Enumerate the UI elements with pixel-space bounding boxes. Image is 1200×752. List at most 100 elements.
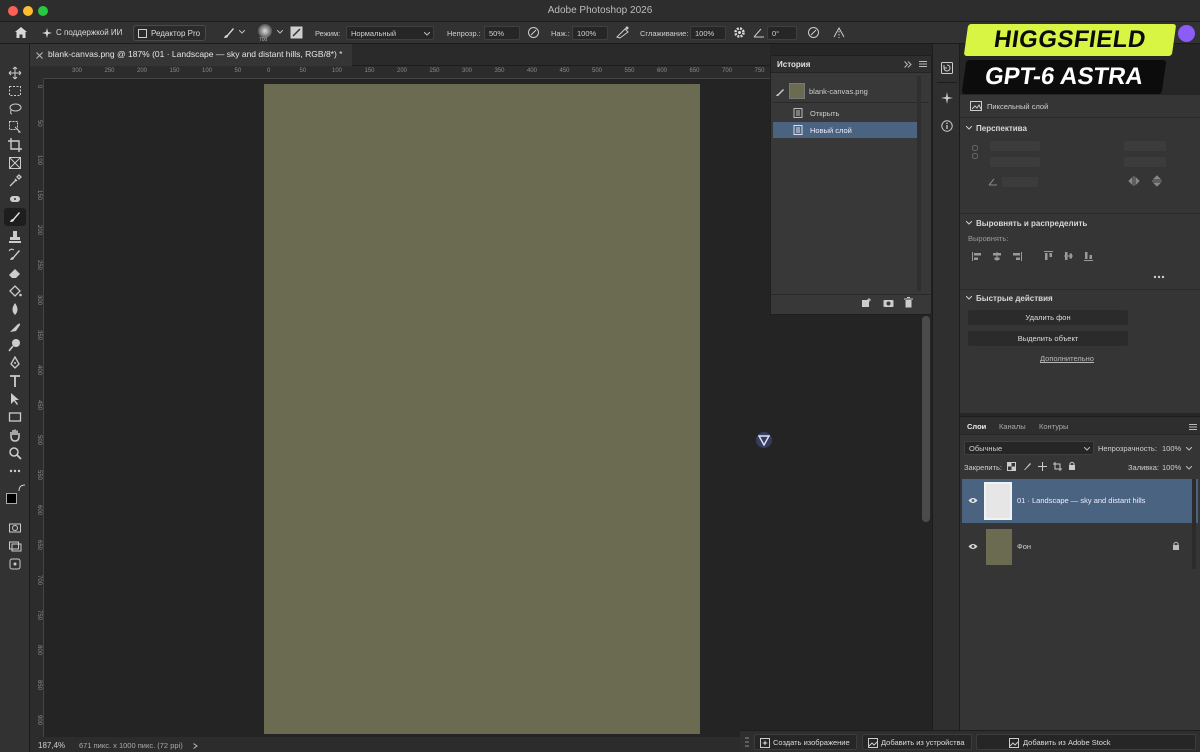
more-options-icon[interactable] <box>1153 275 1165 279</box>
panel-menu-icon[interactable] <box>919 60 927 68</box>
hand-tool-icon[interactable] <box>8 428 23 442</box>
opacity-input[interactable]: 50% <box>484 26 520 40</box>
chevron-right-icon[interactable] <box>193 743 198 749</box>
history-item-open[interactable]: Открыть <box>771 105 931 121</box>
drag-handle-icon[interactable] <box>745 737 749 747</box>
lock-pixels-icon[interactable] <box>1023 462 1032 471</box>
layer-row-background[interactable]: Фон <box>962 525 1198 569</box>
smudge-tool-icon[interactable] <box>8 320 23 334</box>
history-item-new-layer[interactable]: Новый слой <box>773 122 921 138</box>
screen-mode-icon[interactable] <box>8 539 23 553</box>
chevron-down-icon[interactable] <box>239 30 245 34</box>
flow-input[interactable]: 100% <box>572 26 608 40</box>
history-brush-source-icon[interactable] <box>775 87 785 97</box>
edit-toolbar-icon[interactable] <box>8 557 23 571</box>
document-tab[interactable]: blank-canvas.png @ 187% (01 · Landscape … <box>30 44 353 66</box>
crop-tool-icon[interactable] <box>8 138 23 152</box>
chevron-down-icon[interactable] <box>277 30 283 34</box>
height-field[interactable] <box>990 157 1040 167</box>
snapshot-thumbnail[interactable] <box>789 83 805 99</box>
eraser-tool-icon[interactable] <box>8 266 23 280</box>
editor-pro-button[interactable]: Редактор Pro <box>133 25 207 41</box>
tab-channels[interactable]: Каналы <box>999 422 1026 431</box>
y-field[interactable] <box>1124 157 1166 167</box>
camera-icon[interactable] <box>883 298 894 308</box>
rectangle-tool-icon[interactable] <box>8 410 23 424</box>
layer-opacity-value[interactable]: 100% <box>1162 444 1181 453</box>
layer-row-landscape[interactable]: 01 · Landscape — sky and distant hills <box>962 479 1198 523</box>
path-select-tool-icon[interactable] <box>8 392 23 406</box>
add-from-device-button[interactable]: Добавить из устройства <box>862 734 972 750</box>
lock-transparency-icon[interactable] <box>1007 462 1016 471</box>
gear-icon[interactable] <box>733 26 746 39</box>
brush-size-preview[interactable] <box>258 24 272 38</box>
align-title[interactable]: Выровнять и распределить <box>976 219 1087 228</box>
healing-brush-tool-icon[interactable] <box>8 192 23 206</box>
tab-layers[interactable]: Слои <box>967 422 986 431</box>
new-document-from-state-icon[interactable] <box>861 298 872 308</box>
angle-field[interactable] <box>1002 177 1038 187</box>
lock-position-icon[interactable] <box>1038 462 1047 471</box>
panel-menu-icon[interactable] <box>1189 423 1197 431</box>
swap-colors-icon[interactable] <box>18 484 26 492</box>
lasso-tool-icon[interactable] <box>8 102 23 116</box>
mode-select[interactable]: Нормальный <box>346 26 434 40</box>
brush-preset-icon[interactable] <box>222 26 236 40</box>
width-field[interactable] <box>990 141 1040 151</box>
chevron-down-icon[interactable] <box>966 126 972 130</box>
history-title[interactable]: История <box>777 60 810 69</box>
layer-name[interactable]: Фон <box>1017 542 1031 551</box>
chevron-down-icon[interactable] <box>966 296 972 300</box>
quick-actions-title[interactable]: Быстрые действия <box>976 294 1053 303</box>
layers-scrollbar[interactable] <box>1192 479 1196 569</box>
more-link[interactable]: Дополнительно <box>1040 354 1094 363</box>
more-tools-icon[interactable] <box>8 464 23 478</box>
ai-toggle-button[interactable]: С поддержкой ИИ <box>38 25 126 41</box>
dodge-tool-icon[interactable] <box>8 338 23 352</box>
lock-artboard-icon[interactable] <box>1053 462 1062 471</box>
type-tool-icon[interactable] <box>8 374 23 388</box>
pressure-opacity-icon[interactable] <box>527 26 540 39</box>
chevron-down-icon[interactable] <box>966 221 972 225</box>
close-tab-icon[interactable] <box>36 52 43 59</box>
pressure-size-icon[interactable] <box>807 26 820 39</box>
align-left-icon[interactable] <box>972 252 982 261</box>
history-scrollbar[interactable] <box>917 76 921 291</box>
collapse-panel-icon[interactable] <box>904 61 912 68</box>
align-middle-icon[interactable] <box>1064 251 1073 261</box>
eyedropper-tool-icon[interactable] <box>8 174 23 188</box>
home-icon[interactable] <box>14 26 28 39</box>
x-field[interactable] <box>1124 141 1166 151</box>
smoothing-input[interactable]: 100% <box>690 26 726 40</box>
blend-mode-select[interactable]: Обычные <box>964 441 1094 455</box>
tab-paths[interactable]: Контуры <box>1039 422 1068 431</box>
flip-vertical-icon[interactable] <box>1152 175 1162 187</box>
eye-icon[interactable] <box>968 543 978 550</box>
stamp-tool-icon[interactable] <box>8 230 23 244</box>
chevron-down-icon[interactable] <box>1186 447 1192 451</box>
align-center-icon[interactable] <box>992 252 1002 261</box>
zoom-tool-icon[interactable] <box>8 446 23 460</box>
paint-bucket-tool-icon[interactable] <box>8 284 23 298</box>
profile-avatar[interactable] <box>1178 25 1195 42</box>
move-tool-icon[interactable] <box>8 66 23 80</box>
layer-name[interactable]: 01 · Landscape — sky and distant hills <box>1017 496 1145 505</box>
frame-tool-icon[interactable] <box>8 156 23 170</box>
flip-horizontal-icon[interactable] <box>1128 176 1140 186</box>
object-select-tool-icon[interactable] <box>8 120 23 134</box>
history-brush-tool-icon[interactable] <box>8 248 23 262</box>
create-image-button[interactable]: Создать изображение <box>754 734 857 750</box>
chevron-down-icon[interactable] <box>1186 466 1192 470</box>
symmetry-icon[interactable] <box>832 26 846 39</box>
align-top-icon[interactable] <box>1044 251 1053 261</box>
vertical-scrollbar[interactable] <box>922 316 930 522</box>
select-subject-button[interactable]: Выделить объект <box>968 331 1128 346</box>
remove-background-button[interactable]: Удалить фон <box>968 310 1128 325</box>
blur-tool-icon[interactable] <box>8 302 23 316</box>
brush-settings-icon[interactable] <box>290 26 303 39</box>
add-from-stock-button[interactable]: Добавить из Adobe Stock <box>976 734 1196 750</box>
angle-input[interactable]: 0° <box>767 26 797 40</box>
trash-icon[interactable] <box>904 297 913 308</box>
foreground-color-swatch[interactable] <box>6 493 17 504</box>
eye-icon[interactable] <box>968 497 978 504</box>
